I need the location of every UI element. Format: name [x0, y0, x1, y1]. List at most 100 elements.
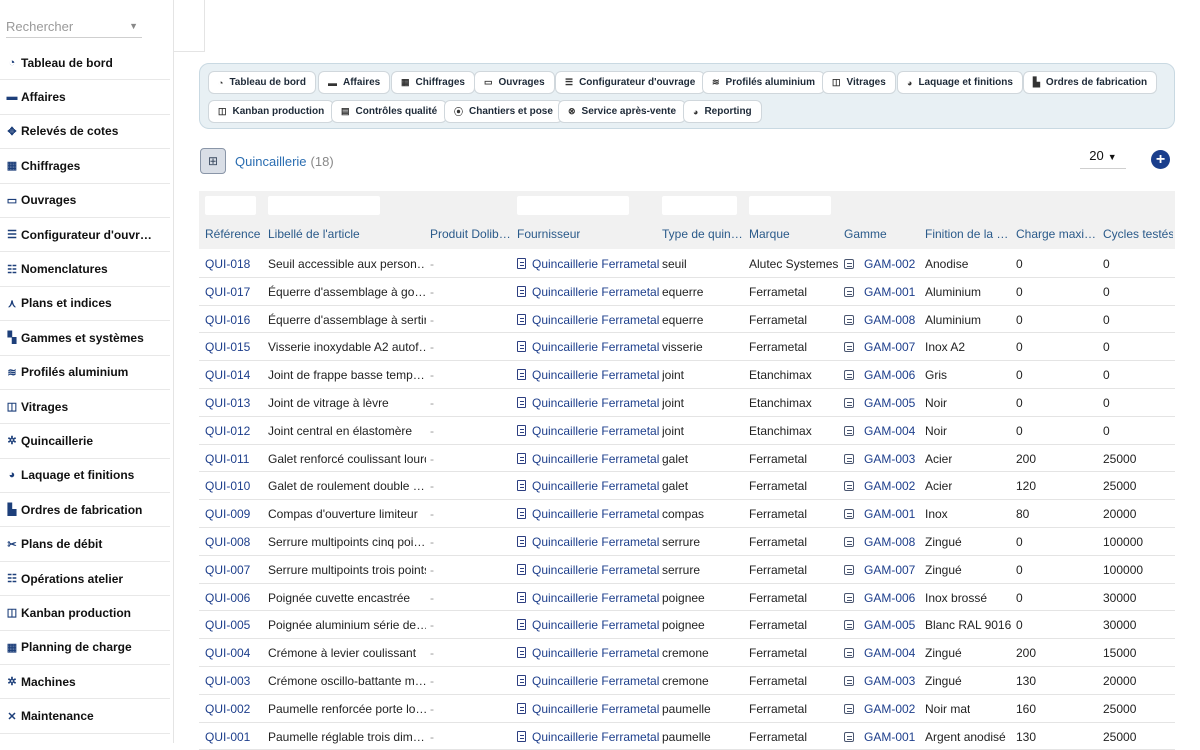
- cell-supplier[interactable]: Quincaillerie Ferrametal: [517, 424, 659, 438]
- table-row[interactable]: QUI-017 Équerre d'assemblage à go… - Quinca…: [199, 278, 1175, 306]
- column-header[interactable]: Cycles testés: [1103, 227, 1173, 241]
- table-row[interactable]: QUI-016 Équerre d'assemblage à sertir - Qui…: [199, 306, 1175, 334]
- tab-3[interactable]: ▭ Ouvrages: [474, 71, 555, 94]
- cell-ref[interactable]: QUI-008: [205, 535, 250, 549]
- sidebar-item-10[interactable]: ◫ Vitrages: [0, 390, 170, 425]
- tab-1[interactable]: ▬ Affaires: [318, 71, 391, 94]
- table-row[interactable]: QUI-018 Seuil accessible aux person… - Quin…: [199, 250, 1175, 278]
- sidebar-item-17[interactable]: ▦ Planning de charge: [0, 631, 170, 666]
- cell-range[interactable]: GAM-005: [844, 396, 915, 410]
- table-row[interactable]: QUI-013 Joint de vitrage à lèvre - Quincail…: [199, 389, 1175, 417]
- search-input[interactable]: Rechercher ▼: [6, 14, 142, 38]
- cell-supplier[interactable]: Quincaillerie Ferrametal: [517, 368, 659, 382]
- cell-ref[interactable]: QUI-001: [205, 730, 250, 744]
- cell-range[interactable]: GAM-002: [844, 257, 915, 271]
- cell-ref[interactable]: QUI-018: [205, 257, 250, 271]
- cell-range[interactable]: GAM-001: [844, 730, 915, 744]
- sidebar-item-0[interactable]: ◔ Tableau de bord: [0, 46, 170, 81]
- cell-supplier[interactable]: Quincaillerie Ferrametal: [517, 313, 659, 327]
- cell-range[interactable]: GAM-002: [844, 702, 915, 716]
- cell-range[interactable]: GAM-002: [844, 479, 915, 493]
- sidebar-item-16[interactable]: ◫ Kanban production: [0, 596, 170, 631]
- column-filter-input[interactable]: [268, 196, 380, 215]
- sidebar-item-5[interactable]: ☰ Configurateur d'ouvr…: [0, 218, 170, 253]
- table-row[interactable]: QUI-005 Poignée aluminium série de… - Quinc…: [199, 611, 1175, 640]
- sidebar-item-12[interactable]: ◕ Laquage et finitions: [0, 459, 170, 494]
- add-record-button[interactable]: +: [1151, 150, 1170, 169]
- cell-range[interactable]: GAM-003: [844, 452, 915, 466]
- page-title[interactable]: Quincaillerie: [235, 154, 307, 169]
- cell-range[interactable]: GAM-008: [844, 313, 915, 327]
- column-filter-input[interactable]: [517, 196, 629, 215]
- cell-ref[interactable]: QUI-006: [205, 591, 250, 605]
- cell-supplier[interactable]: Quincaillerie Ferrametal: [517, 535, 659, 549]
- sidebar-item-18[interactable]: ✲ Machines: [0, 665, 170, 700]
- table-row[interactable]: QUI-002 Paumelle renforcée porte lo… - Quin…: [199, 695, 1175, 723]
- cell-supplier[interactable]: Quincaillerie Ferrametal: [517, 257, 659, 271]
- cell-supplier[interactable]: Quincaillerie Ferrametal: [517, 340, 659, 354]
- cell-supplier[interactable]: Quincaillerie Ferrametal: [517, 646, 659, 660]
- cell-supplier[interactable]: Quincaillerie Ferrametal: [517, 479, 659, 493]
- column-header[interactable]: Charge maxi…: [1016, 227, 1096, 241]
- tab-0[interactable]: ◔ Tableau de bord: [208, 71, 316, 94]
- cell-supplier[interactable]: Quincaillerie Ferrametal: [517, 618, 659, 632]
- column-header[interactable]: Gamme: [844, 227, 887, 241]
- tab-10[interactable]: ▤ Contrôles qualité: [331, 100, 448, 123]
- sidebar-item-7[interactable]: ⋏ Plans et indices: [0, 287, 170, 322]
- column-header[interactable]: Finition de la …: [925, 227, 1008, 241]
- cell-ref[interactable]: QUI-015: [205, 340, 250, 354]
- cell-ref[interactable]: QUI-011: [205, 452, 249, 466]
- tab-7[interactable]: ◕ Laquage et finitions: [897, 71, 1023, 94]
- cell-range[interactable]: GAM-007: [844, 563, 915, 577]
- tab-5[interactable]: ≋ Profilés aluminium: [702, 71, 826, 94]
- cell-ref[interactable]: QUI-003: [205, 674, 250, 688]
- column-header[interactable]: Marque: [749, 227, 790, 241]
- cell-range[interactable]: GAM-004: [844, 424, 915, 438]
- tab-9[interactable]: ◫ Kanban production: [208, 100, 335, 123]
- cell-supplier[interactable]: Quincaillerie Ferrametal: [517, 285, 659, 299]
- chevron-down-icon[interactable]: ▼: [129, 21, 138, 31]
- column-header[interactable]: Référence: [205, 227, 260, 241]
- cell-range[interactable]: GAM-004: [844, 646, 915, 660]
- cell-range[interactable]: GAM-001: [844, 285, 915, 299]
- sidebar-item-2[interactable]: ✥ Relevés de cotes: [0, 115, 170, 150]
- cell-range[interactable]: GAM-007: [844, 340, 915, 354]
- cell-range[interactable]: GAM-008: [844, 535, 915, 549]
- sidebar-item-1[interactable]: ▬ Affaires: [0, 80, 170, 115]
- cell-range[interactable]: GAM-001: [844, 507, 915, 521]
- cell-supplier[interactable]: Quincaillerie Ferrametal: [517, 507, 659, 521]
- column-header[interactable]: Produit Dolib…: [430, 227, 511, 241]
- cell-range[interactable]: GAM-005: [844, 618, 915, 632]
- cell-range[interactable]: GAM-006: [844, 591, 915, 605]
- table-row[interactable]: QUI-014 Joint de frappe basse temp… - Quinc…: [199, 361, 1175, 389]
- table-row[interactable]: QUI-015 Visserie inoxydable A2 autof… - Qui…: [199, 333, 1175, 362]
- cell-ref[interactable]: QUI-016: [205, 313, 250, 327]
- cell-ref[interactable]: QUI-005: [205, 618, 250, 632]
- cell-ref[interactable]: QUI-004: [205, 646, 250, 660]
- cell-ref[interactable]: QUI-002: [205, 702, 250, 716]
- cell-range[interactable]: GAM-006: [844, 368, 915, 382]
- column-header[interactable]: Type de quin…: [662, 227, 743, 241]
- cell-range[interactable]: GAM-003: [844, 674, 915, 688]
- page-size-select[interactable]: 20 ▼: [1080, 148, 1126, 169]
- sidebar-item-4[interactable]: ▭ Ouvrages: [0, 184, 170, 218]
- sidebar-item-19[interactable]: ✕ Maintenance: [0, 699, 170, 734]
- tab-11[interactable]: ⦿ Chantiers et pose: [444, 100, 563, 123]
- table-row[interactable]: QUI-008 Serrure multipoints cinq poi… - Qui…: [199, 528, 1175, 556]
- cell-ref[interactable]: QUI-012: [205, 424, 250, 438]
- cell-supplier[interactable]: Quincaillerie Ferrametal: [517, 396, 659, 410]
- tab-13[interactable]: ◕ Reporting: [683, 100, 762, 123]
- table-row[interactable]: QUI-010 Galet de roulement double … - Quinc…: [199, 472, 1175, 501]
- cell-supplier[interactable]: Quincaillerie Ferrametal: [517, 452, 659, 466]
- cell-ref[interactable]: QUI-017: [205, 285, 250, 299]
- cell-ref[interactable]: QUI-010: [205, 479, 250, 493]
- table-row[interactable]: QUI-011 Galet renforcé coulissant lourd - Q…: [199, 445, 1175, 473]
- tab-4[interactable]: ☰ Configurateur d'ouvrage: [555, 71, 706, 94]
- table-row[interactable]: QUI-001 Paumelle réglable trois dim… - Quin…: [199, 723, 1175, 750]
- column-filter-input[interactable]: [205, 196, 256, 215]
- sidebar-item-14[interactable]: ✂ Plans de débit: [0, 527, 170, 562]
- cell-ref[interactable]: QUI-009: [205, 507, 250, 521]
- table-row[interactable]: QUI-006 Poignée cuvette encastrée - Quincai…: [199, 584, 1175, 612]
- sidebar-item-8[interactable]: ▚ Gammes et systèmes: [0, 321, 170, 356]
- column-header[interactable]: Libellé de l'article: [268, 227, 360, 241]
